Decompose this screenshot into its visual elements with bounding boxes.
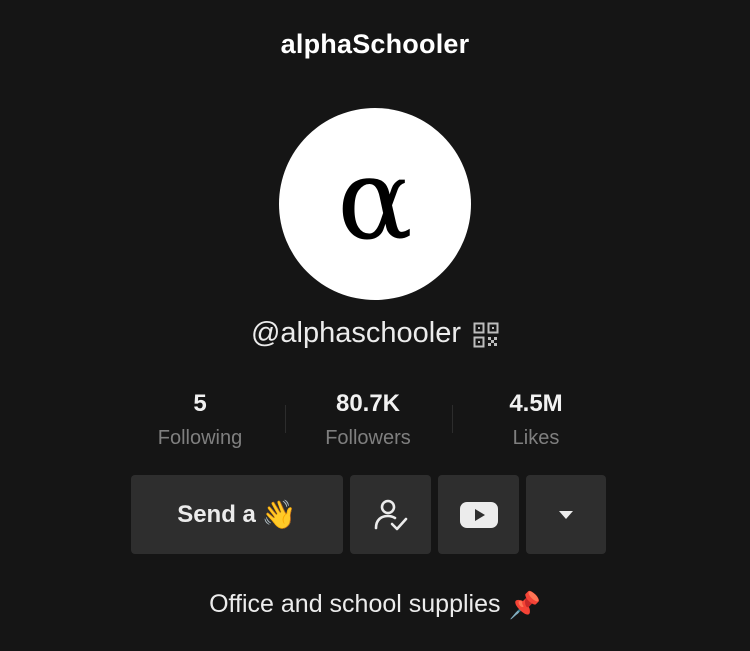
handle-row: @alphaschooler [0, 317, 750, 350]
avatar-alpha-logo: α [337, 135, 413, 265]
youtube-button[interactable] [438, 475, 519, 554]
more-options-button[interactable] [526, 475, 606, 554]
likes-label: Likes [512, 427, 560, 449]
followers-count: 80.7K [335, 390, 401, 417]
follow-check-icon [374, 499, 407, 530]
profile-title: alphaSchooler [280, 29, 470, 59]
followers-label: Followers [325, 427, 411, 449]
profile-stats: 5 Following 80.7K Followers 4.5M Likes [0, 389, 750, 453]
bio-text: Office and school supplies [209, 590, 501, 618]
following-count: 5 [193, 390, 207, 417]
youtube-icon [459, 501, 498, 528]
qr-code-icon[interactable] [473, 322, 499, 348]
avatar[interactable]: α [279, 108, 471, 300]
following-status-button[interactable] [350, 475, 431, 554]
pushpin-icon: 📌 [508, 589, 541, 620]
stat-divider [452, 405, 453, 433]
stat-following[interactable]: 5 Following [120, 389, 280, 453]
likes-count: 4.5M [509, 390, 563, 417]
send-button-label: Send a [177, 500, 256, 528]
profile-bio: Office and school supplies 📌 [0, 590, 750, 619]
following-label: Following [157, 427, 243, 449]
username-handle: @alphaschooler [250, 317, 461, 349]
stat-divider [285, 405, 286, 433]
caret-down-icon [559, 510, 573, 519]
stat-likes[interactable]: 4.5M Likes [456, 389, 616, 453]
stat-followers[interactable]: 80.7K Followers [288, 389, 448, 453]
send-wave-button[interactable]: Send a 👋 [131, 475, 343, 554]
waving-hand-icon: 👋 [261, 498, 297, 530]
